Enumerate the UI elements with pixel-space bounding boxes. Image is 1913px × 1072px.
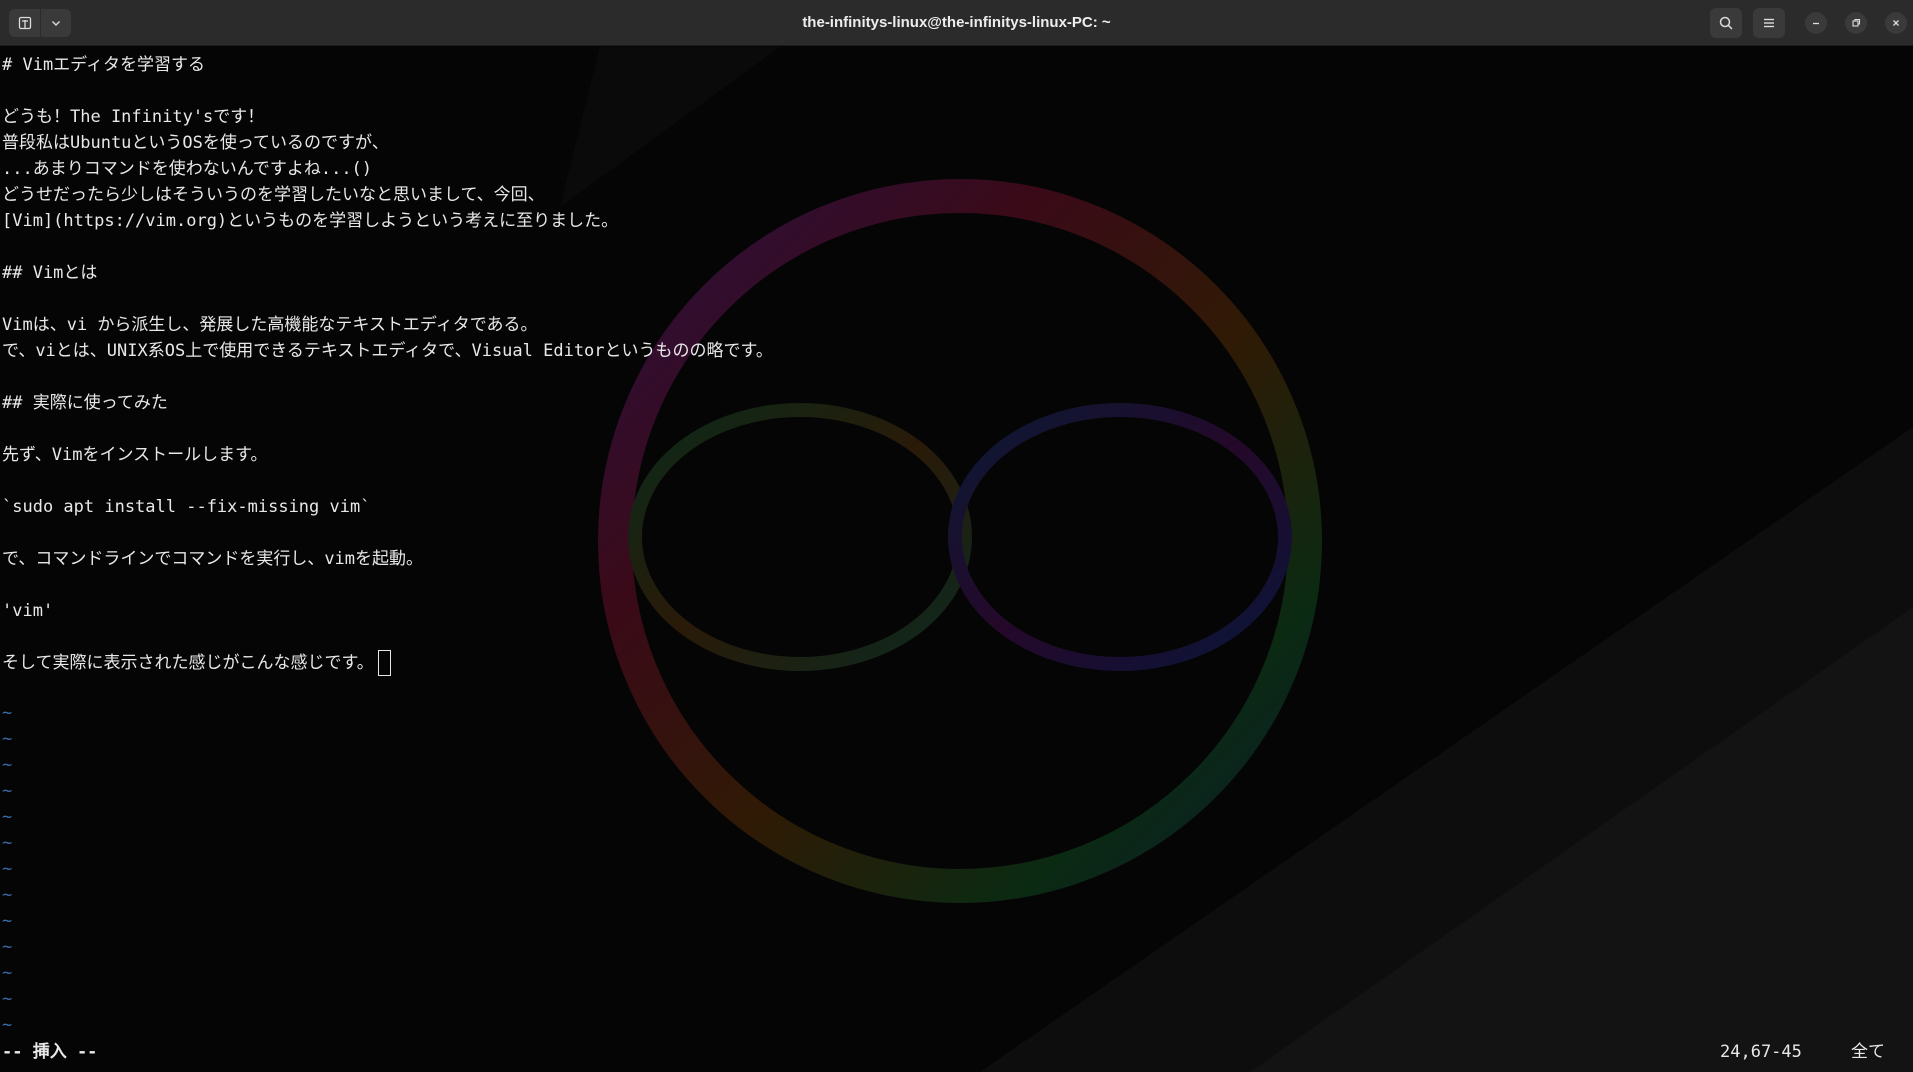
- empty-line-tilde: ~: [2, 859, 13, 879]
- buffer-line[interactable]: Vimは、vi から派生し、発展した高機能なテキストエディタである。: [0, 312, 1913, 338]
- buffer-line[interactable]: `sudo apt install --fix-missing vim`: [0, 494, 1913, 520]
- empty-line-tilde: ~: [2, 1015, 13, 1035]
- buffer-line-text: どうせだったら少しはそういうのを学習したいなと思いまして、今回、: [2, 185, 545, 205]
- buffer-line[interactable]: [0, 416, 1913, 442]
- menu-button[interactable]: [1753, 8, 1785, 38]
- buffer-line-text: 普段私はUbuntuというOSを使っているのですが、: [2, 133, 389, 153]
- buffer-line[interactable]: そして実際に表示された感じがこんな感じです。: [0, 650, 1913, 676]
- empty-line-tilde: ~: [2, 833, 13, 853]
- empty-line-markers: ~ ~ ~ ~ ~ ~ ~ ~ ~ ~ ~ ~ ~: [0, 700, 12, 1038]
- buffer-line[interactable]: [0, 468, 1913, 494]
- buffer-line-text: どうも！The Infinity'sです！: [2, 107, 265, 127]
- buffer-line-text: ## Vimとは: [2, 263, 98, 283]
- search-icon: [1719, 16, 1733, 30]
- window-title: the-infinitys-linux@the-infinitys-linux-…: [802, 14, 1111, 31]
- buffer-line[interactable]: 'vim': [0, 598, 1913, 624]
- buffer-line-text: 'vim': [2, 601, 54, 621]
- text-cursor: [377, 650, 391, 676]
- empty-line-tilde: ~: [2, 989, 13, 1009]
- buffer-line-text: で、コマンドラインでコマンドを実行し、vimを起動。: [2, 549, 424, 569]
- maximize-button[interactable]: [1845, 12, 1867, 34]
- buffer-line[interactable]: ...あまりコマンドを使わないんですよね...(): [0, 156, 1913, 182]
- minimize-icon: [1813, 22, 1819, 25]
- empty-line-tilde: ~: [2, 807, 13, 827]
- buffer-line[interactable]: [0, 572, 1913, 598]
- buffer-line[interactable]: ## 実際に使ってみた: [0, 390, 1913, 416]
- buffer-line-text: Vimは、vi から派生し、発展した高機能なテキストエディタである。: [2, 315, 538, 335]
- vim-buffer[interactable]: # Vimエディタを学習するどうも！The Infinity'sです！ 普段私はU…: [0, 52, 1913, 676]
- title-bar: the-infinitys-linux@the-infinitys-linux-…: [0, 0, 1913, 46]
- buffer-line-text: ## 実際に使ってみた: [2, 393, 168, 413]
- buffer-line[interactable]: [0, 624, 1913, 650]
- buffer-line-text: で、viとは、UNIX系OS上で使用できるテキストエディタで、Visual Ed…: [2, 341, 773, 361]
- vim-status-line: -- 挿入 -- 24,67-45 全て: [0, 1039, 1913, 1065]
- empty-line-tilde: ~: [2, 937, 13, 957]
- buffer-line[interactable]: [0, 520, 1913, 546]
- empty-line-tilde: ~: [2, 885, 13, 905]
- cursor-position: 24,67-45: [1720, 1042, 1802, 1062]
- terminal-window: the-infinitys-linux@the-infinitys-linux-…: [0, 0, 1913, 1072]
- buffer-line-text: # Vimエディタを学習する: [2, 55, 205, 75]
- empty-line-tilde: ~: [2, 781, 13, 801]
- buffer-line[interactable]: 普段私はUbuntuというOSを使っているのですが、: [0, 130, 1913, 156]
- buffer-line[interactable]: どうも！The Infinity'sです！: [0, 104, 1913, 130]
- scroll-position: 全て: [1851, 1042, 1885, 1062]
- search-button[interactable]: [1710, 8, 1742, 38]
- buffer-line[interactable]: [Vim](https://vim.org)というものを学習しようという考えに至…: [0, 208, 1913, 234]
- minimize-button[interactable]: [1805, 12, 1827, 34]
- buffer-line[interactable]: で、viとは、UNIX系OS上で使用できるテキストエディタで、Visual Ed…: [0, 338, 1913, 364]
- buffer-line-text: [Vim](https://vim.org)というものを学習しようという考えに至…: [2, 211, 619, 231]
- maximize-icon: [1852, 18, 1861, 27]
- empty-line-tilde: ~: [2, 911, 13, 931]
- buffer-line-text: `sudo apt install --fix-missing vim`: [2, 497, 371, 517]
- hamburger-menu-icon: [1764, 18, 1774, 28]
- empty-line-tilde: ~: [2, 755, 13, 775]
- buffer-line[interactable]: [0, 286, 1913, 312]
- buffer-line[interactable]: # Vimエディタを学習する: [0, 52, 1913, 78]
- buffer-line[interactable]: で、コマンドラインでコマンドを実行し、vimを起動。: [0, 546, 1913, 572]
- empty-line-tilde: ~: [2, 729, 13, 749]
- buffer-line[interactable]: [0, 364, 1913, 390]
- buffer-line-text: ...あまりコマンドを使わないんですよね...(): [2, 159, 373, 179]
- buffer-line-text: そして実際に表示された感じがこんな感じです。: [2, 653, 374, 673]
- buffer-line[interactable]: [0, 234, 1913, 260]
- buffer-line-text: 先ず、Vimをインストールします。: [2, 445, 268, 465]
- close-button[interactable]: [1885, 12, 1907, 34]
- buffer-line[interactable]: どうせだったら少しはそういうのを学習したいなと思いまして、今回、: [0, 182, 1913, 208]
- close-icon: [1893, 20, 1899, 26]
- buffer-line[interactable]: [0, 78, 1913, 104]
- buffer-line[interactable]: 先ず、Vimをインストールします。: [0, 442, 1913, 468]
- empty-line-tilde: ~: [2, 963, 13, 983]
- buffer-line[interactable]: ## Vimとは: [0, 260, 1913, 286]
- mode-indicator: -- 挿入 --: [2, 1042, 98, 1062]
- empty-line-tilde: ~: [2, 703, 13, 723]
